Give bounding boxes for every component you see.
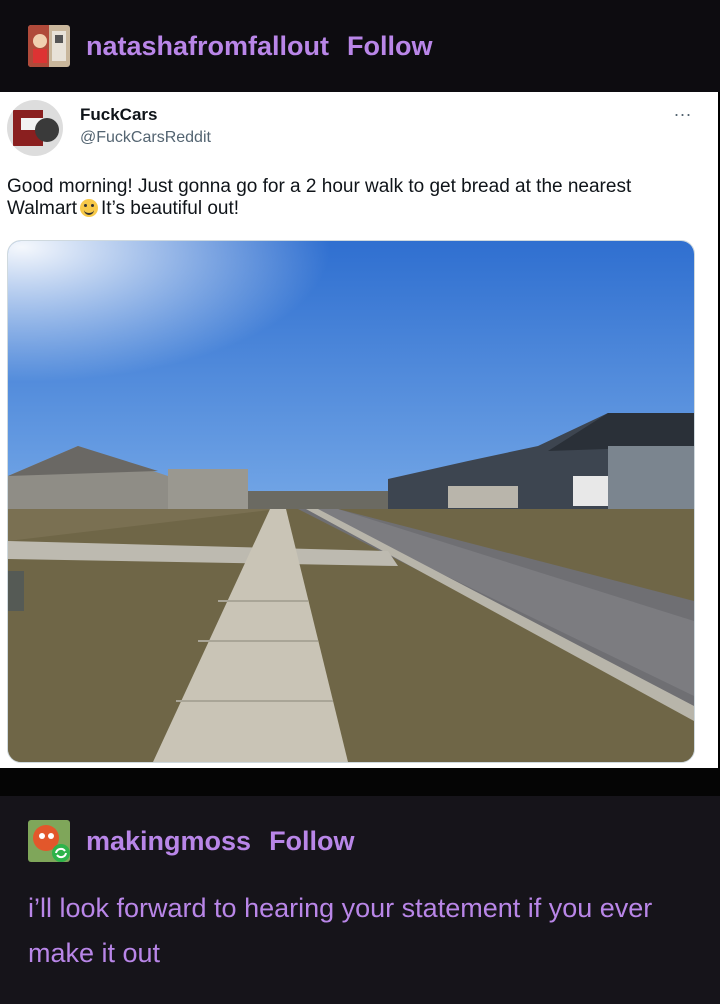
reblog-header: makingmoss Follow [28, 820, 355, 862]
divider [0, 768, 720, 796]
reblog-section: makingmoss Follow i’ll look forward to h… [0, 796, 720, 1004]
tweet-text: Good morning! Just gonna go for a 2 hour… [7, 176, 687, 220]
tweet-text-part: It’s beautiful out! [101, 198, 240, 219]
post-header: natashafromfallout Follow [0, 0, 720, 92]
reblog-text: i’ll look forward to hearing your statem… [28, 893, 653, 968]
avatar[interactable] [28, 820, 70, 862]
tweet-author-handle: @FuckCarsReddit [80, 129, 211, 146]
follow-button[interactable]: Follow [269, 826, 354, 857]
smile-emoji-icon [80, 199, 99, 217]
tweet-avatar [7, 100, 63, 156]
more-options-icon: ... [673, 100, 692, 120]
avatar[interactable] [28, 25, 70, 67]
blog-name-link[interactable]: natashafromfallout [86, 31, 329, 62]
tweet-card: FuckCars @FuckCarsReddit ... Good mornin… [0, 92, 718, 768]
blog-name-link[interactable]: makingmoss [86, 826, 251, 857]
tweet-author-name: FuckCars [80, 105, 158, 124]
tweet-photo [7, 240, 695, 763]
follow-button[interactable]: Follow [347, 31, 432, 62]
